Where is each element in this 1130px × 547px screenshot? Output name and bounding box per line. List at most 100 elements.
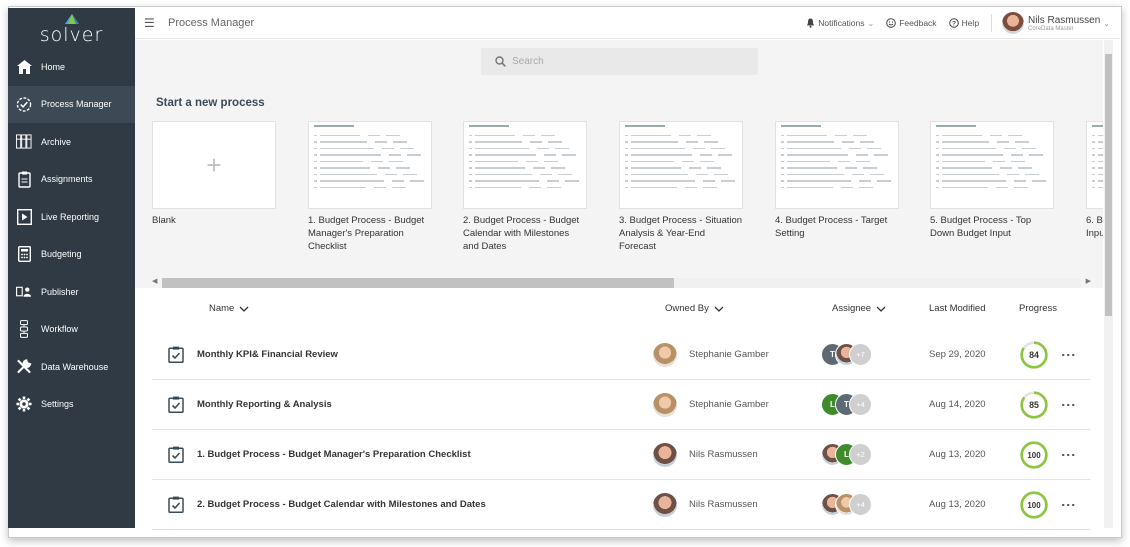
more-assignees-badge: +7 xyxy=(849,343,872,366)
brand-logo[interactable]: solver xyxy=(8,8,135,48)
template-label: Blank xyxy=(152,215,176,226)
chevron-down-icon xyxy=(876,306,886,312)
hamburger-menu-icon[interactable]: ☰ xyxy=(144,16,158,30)
avatar xyxy=(653,342,677,367)
top-header: ☰ Process Manager Notifications ⌄ Feedba… xyxy=(135,8,1120,39)
table-row[interactable]: Monthly KPI& Financial Review Stephanie … xyxy=(152,330,1090,380)
sidebar-item-assignments[interactable]: Assignments xyxy=(8,161,135,199)
column-header-progress[interactable]: Progress xyxy=(1019,296,1057,321)
process-manager-icon xyxy=(16,96,32,112)
vertical-scrollbar[interactable] xyxy=(1104,40,1113,528)
owner-name: Stephanie Gamber xyxy=(689,399,769,410)
plus-icon: + xyxy=(206,149,222,180)
column-label: Last Modified xyxy=(929,303,986,314)
progress-ring: 85 xyxy=(1019,390,1049,420)
calculator-icon xyxy=(16,246,32,263)
sidebar-item-archive[interactable]: Archive xyxy=(8,123,135,161)
sidebar-item-settings[interactable]: Settings xyxy=(8,386,135,424)
search-input[interactable]: Search xyxy=(481,48,758,75)
template-thumbnail xyxy=(930,121,1054,209)
template-card[interactable]: 2. Budget Process - Budget Calendar with… xyxy=(463,121,587,253)
template-label: 4. Budget Process - Target Setting xyxy=(775,215,888,239)
help-label: Help xyxy=(961,18,980,28)
template-card[interactable]: 5. Budget Process - Top Down Budget Inpu… xyxy=(930,121,1054,240)
home-icon xyxy=(16,59,32,75)
row-menu-icon[interactable]: ⋮ xyxy=(1061,348,1077,362)
scroll-thumb[interactable] xyxy=(1105,54,1112,316)
template-label: 2. Budget Process - Budget Calendar with… xyxy=(463,215,580,252)
avatar xyxy=(1002,12,1025,34)
notifications-button[interactable]: Notifications ⌄ xyxy=(806,18,874,28)
checklist-icon xyxy=(168,346,184,363)
user-menu[interactable]: Nils Rasmussen CoreData Master ⌄ xyxy=(1002,12,1110,34)
template-card[interactable]: 1. Budget Process - Budget Manager's Pre… xyxy=(308,121,432,253)
header-divider xyxy=(991,14,993,32)
column-header-assignee[interactable]: Assignee xyxy=(832,296,886,321)
assignee-group[interactable]: L T +4 xyxy=(821,393,872,416)
checklist-icon xyxy=(168,496,184,513)
chevron-down-icon: ⌄ xyxy=(1103,18,1110,28)
search-icon xyxy=(495,56,506,67)
tools-icon xyxy=(16,359,32,375)
progress-value: 100 xyxy=(1027,451,1041,460)
chevron-down-icon: ⌄ xyxy=(867,18,875,28)
chevron-down-icon xyxy=(714,306,724,312)
sidebar-item-label: Budgeting xyxy=(41,249,82,260)
column-header-name[interactable]: Name xyxy=(209,296,249,321)
template-card-blank[interactable]: + Blank xyxy=(152,121,276,227)
help-button[interactable]: ? Help xyxy=(948,18,980,28)
template-thumbnail xyxy=(775,121,899,209)
template-thumbnail xyxy=(308,121,432,209)
workflow-icon xyxy=(16,320,32,339)
last-modified-date: Sep 29, 2020 xyxy=(929,349,986,360)
last-modified-date: Aug 14, 2020 xyxy=(929,399,986,410)
scroll-left-icon[interactable]: ◀ xyxy=(152,277,157,285)
page-title: Process Manager xyxy=(168,17,255,29)
process-name[interactable]: 2. Budget Process - Budget Calendar with… xyxy=(197,499,486,510)
table-row[interactable]: 2. Budget Process - Budget Calendar with… xyxy=(152,480,1090,530)
gear-icon xyxy=(16,396,32,412)
sidebar-item-label: Assignments xyxy=(41,174,93,185)
sidebar-item-publisher[interactable]: Publisher xyxy=(8,273,135,311)
notifications-label: Notifications xyxy=(818,18,865,28)
sidebar-item-workflow[interactable]: Workflow xyxy=(8,311,135,349)
scroll-right-icon[interactable]: ▶ xyxy=(1086,277,1091,285)
assignee-group[interactable]: L +2 xyxy=(821,443,872,466)
more-assignees-badge: +4 xyxy=(849,393,872,416)
feedback-button[interactable]: Feedback xyxy=(886,18,937,28)
avatar xyxy=(653,392,677,417)
template-card[interactable]: 4. Budget Process - Target Setting xyxy=(775,121,899,240)
process-name[interactable]: Monthly KPI& Financial Review xyxy=(197,349,338,360)
sidebar-item-process-manager[interactable]: Process Manager xyxy=(8,85,135,123)
column-label: Owned By xyxy=(665,303,709,314)
template-card[interactable]: 6. Budget Process - Budget Input xyxy=(1086,121,1103,240)
template-card[interactable]: 3. Budget Process - Situation Analysis &… xyxy=(619,121,743,253)
sidebar-item-budgeting[interactable]: Budgeting xyxy=(8,236,135,274)
column-header-owned-by[interactable]: Owned By xyxy=(665,296,724,321)
template-label: 1. Budget Process - Budget Manager's Pre… xyxy=(308,215,425,252)
sidebar-item-label: Process Manager xyxy=(41,99,112,110)
template-thumbnail xyxy=(463,121,587,209)
sidebar-item-data-warehouse[interactable]: Data Warehouse xyxy=(8,348,135,386)
sidebar-item-label: Home xyxy=(41,61,66,72)
row-menu-icon[interactable]: ⋮ xyxy=(1061,448,1077,462)
assignee-group[interactable]: T +7 xyxy=(821,343,872,366)
table-row[interactable]: Monthly Reporting & Analysis Stephanie G… xyxy=(152,380,1090,430)
sidebar-item-live-reporting[interactable]: Live Reporting xyxy=(8,198,135,236)
column-label: Name xyxy=(209,303,235,314)
feedback-label: Feedback xyxy=(899,18,937,28)
horizontal-scrollbar[interactable]: ◀ ▶ xyxy=(152,275,1091,288)
scroll-thumb[interactable] xyxy=(162,278,674,288)
process-name[interactable]: 1. Budget Process - Budget Manager's Pre… xyxy=(197,449,471,460)
column-header-last-modified[interactable]: Last Modified xyxy=(929,296,986,321)
table-row[interactable]: 1. Budget Process - Budget Manager's Pre… xyxy=(152,430,1090,480)
row-menu-icon[interactable]: ⋮ xyxy=(1061,498,1077,512)
sidebar-item-home[interactable]: Home xyxy=(8,48,135,86)
process-name[interactable]: Monthly Reporting & Analysis xyxy=(197,399,332,410)
checklist-icon xyxy=(168,396,184,413)
sidebar-item-label: Settings xyxy=(41,399,74,410)
sidebar-item-label: Live Reporting xyxy=(41,211,100,222)
more-assignees-badge: +4 xyxy=(849,493,872,516)
row-menu-icon[interactable]: ⋮ xyxy=(1061,398,1077,412)
assignee-group[interactable]: +4 xyxy=(821,493,872,516)
